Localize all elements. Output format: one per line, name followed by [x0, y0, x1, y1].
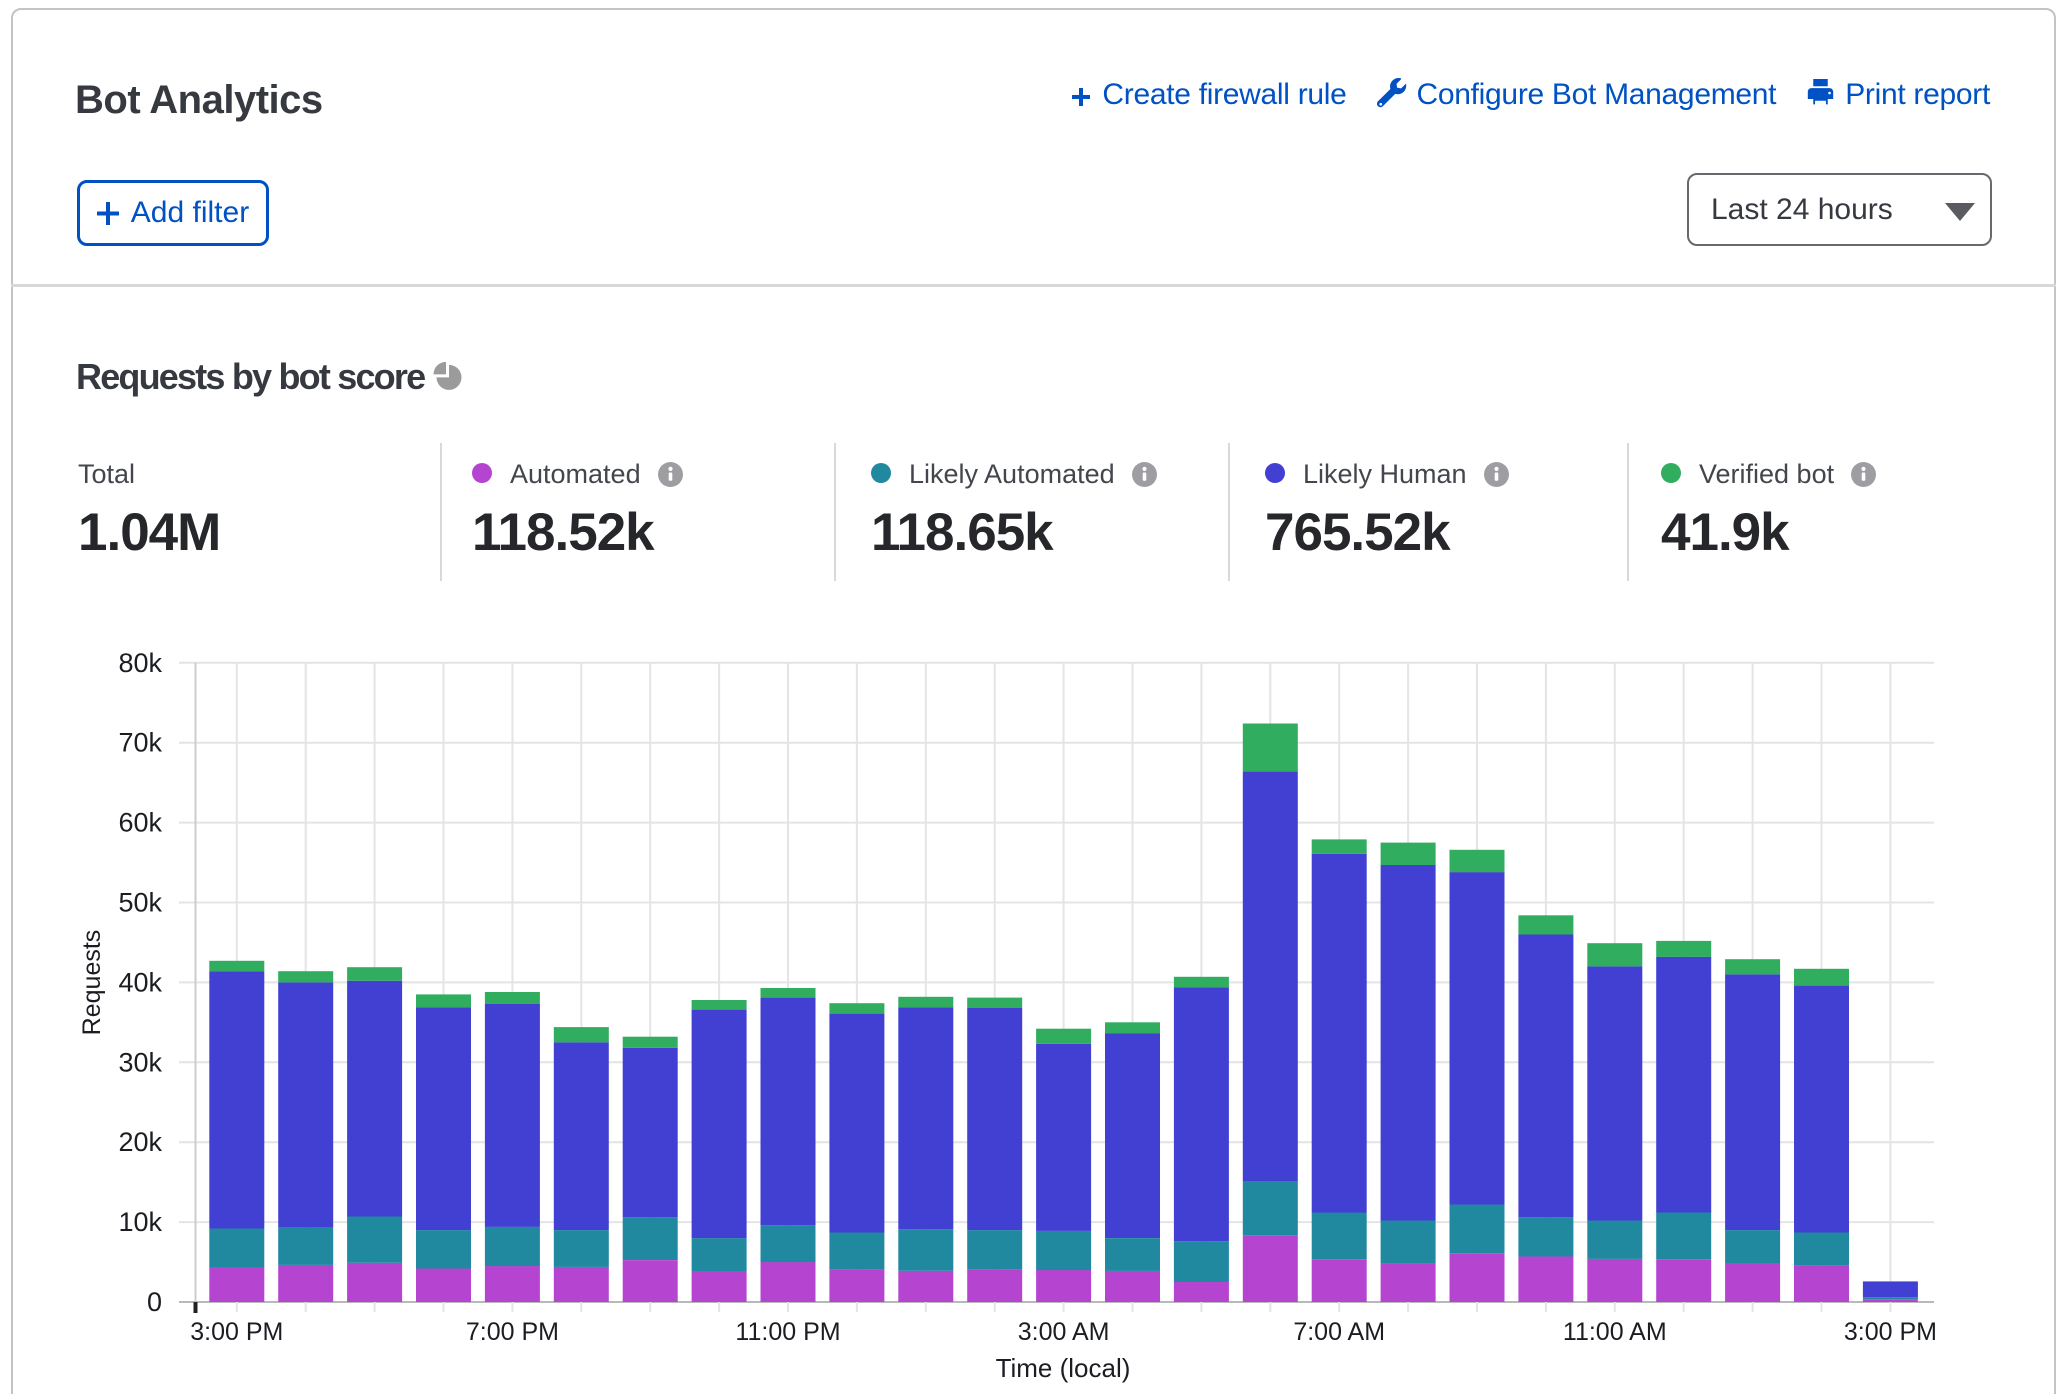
svg-text:40k: 40k [118, 967, 162, 997]
svg-text:7:00 AM: 7:00 AM [1293, 1318, 1385, 1346]
svg-text:10k: 10k [118, 1207, 162, 1237]
svg-text:20k: 20k [118, 1127, 162, 1157]
svg-text:3:00 AM: 3:00 AM [1018, 1318, 1110, 1346]
svg-text:11:00 PM: 11:00 PM [735, 1318, 840, 1346]
svg-text:30k: 30k [118, 1047, 162, 1077]
svg-text:Requests: Requests [78, 930, 106, 1036]
svg-text:3:00 PM: 3:00 PM [1844, 1318, 1937, 1346]
svg-text:50k: 50k [118, 888, 162, 918]
svg-text:Time (local): Time (local) [996, 1353, 1131, 1383]
svg-text:3:00 PM: 3:00 PM [190, 1318, 283, 1346]
svg-text:60k: 60k [118, 808, 162, 838]
svg-text:11:00 AM: 11:00 AM [1563, 1318, 1667, 1346]
svg-text:0: 0 [147, 1287, 162, 1317]
svg-text:70k: 70k [118, 728, 162, 758]
svg-text:80k: 80k [118, 648, 162, 678]
svg-text:7:00 PM: 7:00 PM [466, 1318, 559, 1346]
